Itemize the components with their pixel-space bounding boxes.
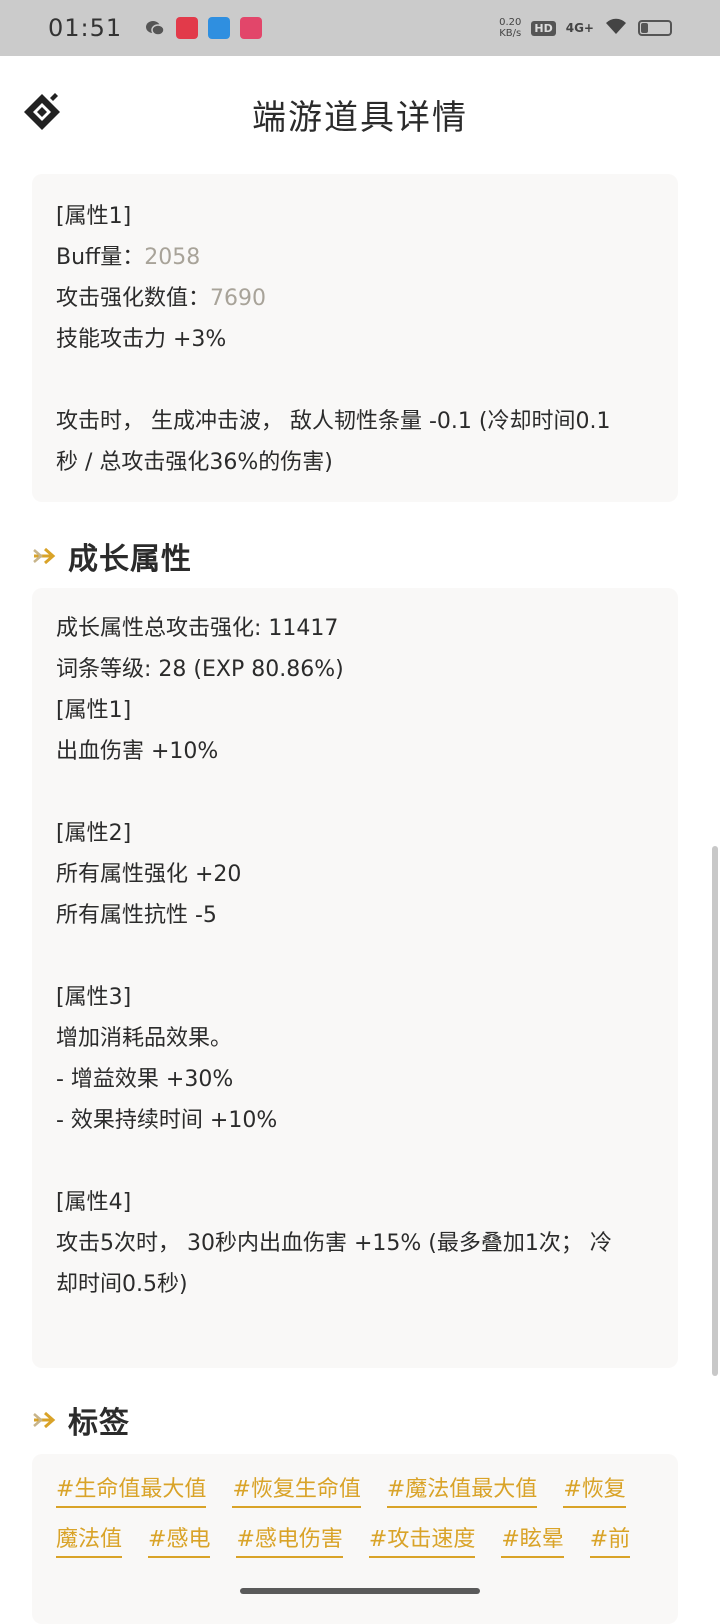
growth-line: 所有属性强化 +20 xyxy=(56,862,242,887)
attribute-label: [属性1] xyxy=(56,204,132,229)
attribute-label: 攻击时， 生成冲击波， 敌人韧性条量 -0.1 (冷却时间0.1 xyxy=(56,409,611,434)
tag-link[interactable]: #攻击速度 xyxy=(368,1518,476,1558)
scrollbar[interactable] xyxy=(712,846,718,1376)
net-speed: 0.20 KB/s xyxy=(499,17,521,39)
arrow-right-icon xyxy=(33,547,56,565)
home-indicator[interactable] xyxy=(240,1588,480,1594)
attribute-value: 2058 xyxy=(144,245,201,270)
attribute-label: 技能攻击力 +3% xyxy=(56,327,227,352)
growth-line: 词条等级: 28 (EXP 80.86%) xyxy=(56,657,344,682)
wifi-icon xyxy=(604,16,628,40)
growth-line: 出血伤害 +10% xyxy=(56,739,219,764)
growth-line: - 效果持续时间 +10% xyxy=(56,1108,278,1133)
attribute-label: Buff量： xyxy=(56,245,145,270)
hd-icon: HD xyxy=(531,20,556,36)
growth-line: 成长属性总攻击强化: 11417 xyxy=(56,616,339,641)
status-indicators: 0.20 KB/s HD 4G+ xyxy=(499,16,672,40)
tag-link[interactable]: 魔法值 xyxy=(56,1518,123,1558)
app-notification-icon xyxy=(176,17,199,39)
attributes-card: [属性1] Buff量：2058 攻击强化数值：7690 技能攻击力 +3% 攻击时， … xyxy=(32,174,678,502)
attribute-value: 7690 xyxy=(210,286,267,311)
notification-icons xyxy=(144,17,263,39)
tag-link[interactable]: #生命值最大值 xyxy=(56,1468,207,1508)
growth-section-title: 成长属性 xyxy=(68,542,192,577)
tags-section-header: 标签 xyxy=(32,1398,130,1442)
growth-line: [属性3] xyxy=(56,985,132,1010)
battery-fill xyxy=(641,23,648,33)
status-bar: 01:51 0.20 KB/s HD 4G+ xyxy=(0,0,720,56)
tags-card: #生命值最大值 #恢复生命值 #魔法值最大值 #恢复 魔法值 #感电 #感电伤害 #攻击速度 #… xyxy=(32,1454,678,1624)
page-header: 端游道具详情 xyxy=(0,56,720,172)
growth-card: 成长属性总攻击强化: 11417 词条等级: 28 (EXP 80.86%) [属性… xyxy=(32,588,678,1368)
arrow-right-icon xyxy=(33,1411,56,1429)
tag-link[interactable]: #恢复 xyxy=(563,1468,626,1508)
status-time: 01:51 xyxy=(48,14,123,42)
tag-link[interactable]: #恢复生命值 xyxy=(232,1468,361,1508)
attribute-line: 技能攻击力 +3% xyxy=(56,319,654,360)
browser-notification-icon xyxy=(208,17,231,39)
wechat-icon xyxy=(144,17,166,39)
attribute-line: [属性1] xyxy=(56,196,654,237)
game-notification-icon xyxy=(240,17,263,39)
growth-line: 却时间0.5秒) xyxy=(56,1272,188,1297)
growth-line: 攻击5次时， 30秒内出血伤害 +15% (最多叠加1次； 冷 xyxy=(56,1231,612,1256)
tag-link[interactable]: #感电伤害 xyxy=(236,1518,343,1558)
attribute-line: 攻击时， 生成冲击波， 敌人韧性条量 -0.1 (冷却时间0.1 xyxy=(56,401,654,442)
tag-link[interactable]: #眩晕 xyxy=(501,1518,564,1558)
tag-link[interactable]: #前 xyxy=(589,1518,631,1558)
growth-line: 所有属性抗性 -5 xyxy=(56,903,217,928)
attribute-label: 秒 / 总攻击强化36%的伤害) xyxy=(56,450,333,475)
attribute-line: Buff量：2058 xyxy=(56,237,654,278)
growth-line: - 增益效果 +30% xyxy=(56,1067,234,1092)
page-title: 端游道具详情 xyxy=(252,97,468,138)
tags-section-title: 标签 xyxy=(68,1406,130,1441)
attribute-line: 攻击强化数值：7690 xyxy=(56,278,654,319)
tag-link[interactable]: #魔法值最大值 xyxy=(386,1468,538,1508)
tag-row: #生命值最大值 #恢复生命值 #魔法值最大值 #恢复 xyxy=(56,1468,654,1518)
tag-row: 魔法值 #感电 #感电伤害 #攻击速度 #眩晕 #前 xyxy=(56,1518,654,1568)
back-logo-icon[interactable] xyxy=(22,92,62,132)
net-speed-value: 0.20 xyxy=(499,17,522,28)
growth-line: [属性1] xyxy=(56,698,132,723)
tag-rows: #生命值最大值 #恢复生命值 #魔法值最大值 #恢复 魔法值 #感电 #感电伤害 #攻击速度 #… xyxy=(56,1468,654,1568)
growth-line: [属性2] xyxy=(56,821,132,846)
tag-link[interactable]: #感电 xyxy=(148,1518,211,1558)
battery-icon xyxy=(638,20,672,36)
attribute-label: 攻击强化数值： xyxy=(56,286,211,311)
signal-icon: 4G+ xyxy=(565,21,594,35)
growth-section-header: 成长属性 xyxy=(32,534,192,578)
growth-line: [属性4] xyxy=(56,1190,132,1215)
growth-lines: 成长属性总攻击强化: 11417 词条等级: 28 (EXP 80.86%) [属性… xyxy=(56,608,654,1305)
net-speed-unit: KB/s xyxy=(499,28,522,39)
attributes-lines: [属性1] Buff量：2058 攻击强化数值：7690 技能攻击力 +3% 攻击时， … xyxy=(56,196,654,483)
attribute-line: 秒 / 总攻击强化36%的伤害) xyxy=(56,442,654,483)
growth-line: 增加消耗品效果。 xyxy=(56,1026,233,1051)
